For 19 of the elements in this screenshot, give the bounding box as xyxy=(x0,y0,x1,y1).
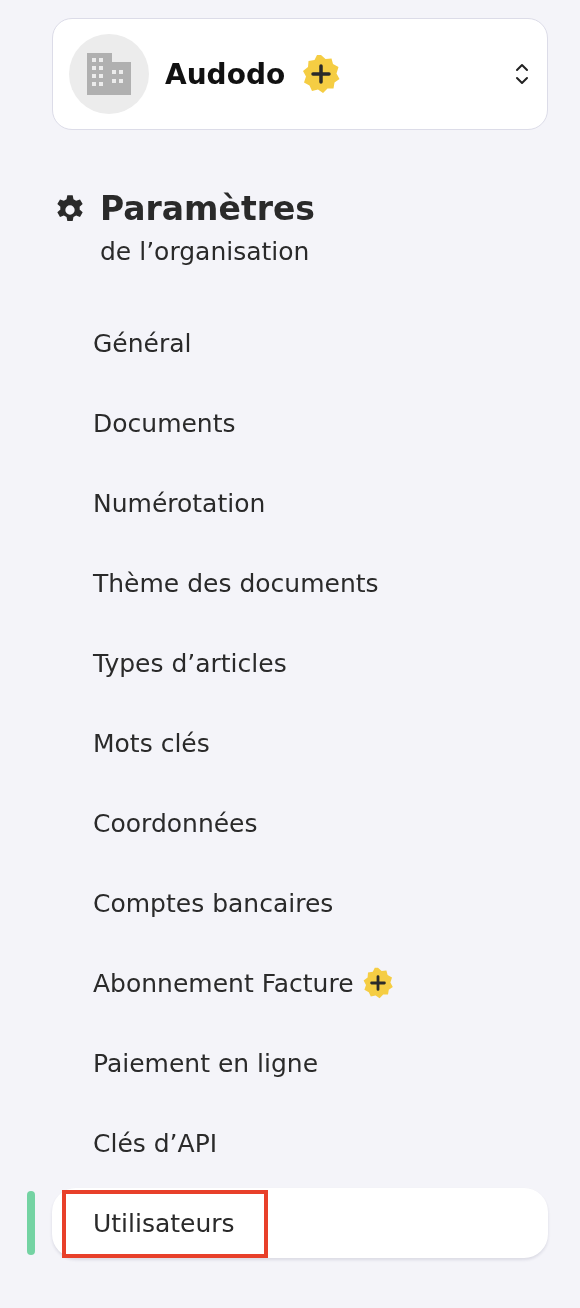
plus-badge-icon xyxy=(301,54,342,94)
settings-nav-item[interactable]: Documents xyxy=(52,388,548,458)
settings-nav-item[interactable]: Utilisateurs xyxy=(52,1188,548,1258)
settings-title: Paramètres xyxy=(100,188,315,230)
settings-nav-item[interactable]: Types d’articles xyxy=(52,628,548,698)
settings-nav-item[interactable]: Mots clés xyxy=(52,708,548,778)
settings-nav-item[interactable]: Paiement en ligne xyxy=(52,1028,548,1098)
chevron-up-down-icon xyxy=(515,62,529,86)
plus-badge-icon xyxy=(361,967,394,999)
settings-nav-item[interactable]: Coordonnées xyxy=(52,788,548,858)
settings-nav-item[interactable]: Thème des documents xyxy=(52,548,548,618)
settings-nav-item[interactable]: Clés d’API xyxy=(52,1108,548,1178)
settings-nav-item[interactable]: Numérotation xyxy=(52,468,548,538)
settings-nav-item[interactable]: Abonnement Facture xyxy=(52,948,548,1018)
organization-name: Audodo xyxy=(165,57,286,91)
settings-subtitle: de l’organisation xyxy=(100,236,311,268)
settings-nav-item[interactable]: Comptes bancaires xyxy=(52,868,548,938)
organization-switcher[interactable]: Audodo xyxy=(52,18,548,130)
settings-nav-item[interactable]: Général xyxy=(52,308,548,378)
